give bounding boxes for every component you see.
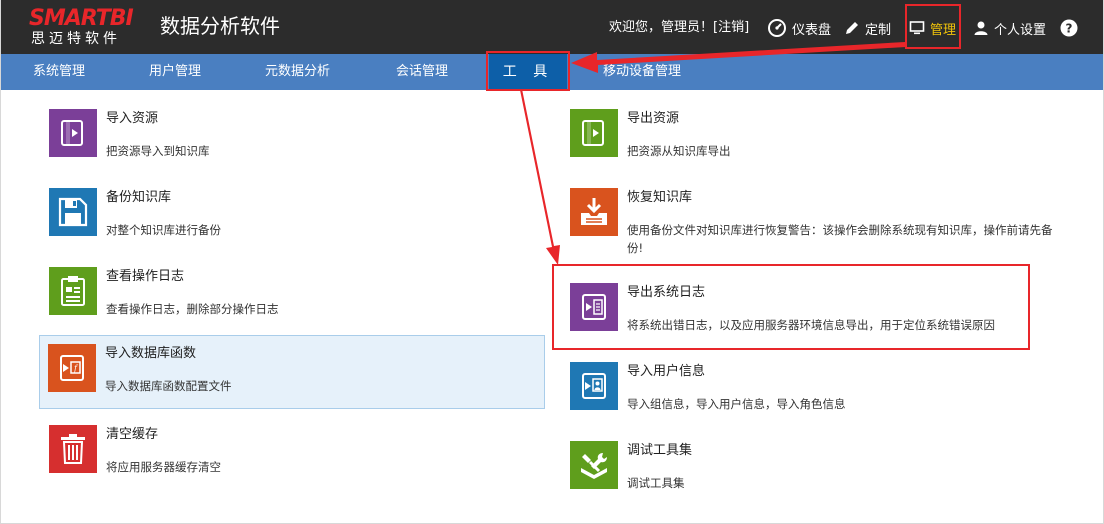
- help-button[interactable]: ?: [1060, 15, 1083, 41]
- tool-description: 把资源从知识库导出: [627, 144, 731, 158]
- tool-import-resource[interactable]: 导入资源 把资源导入到知识库: [40, 100, 546, 174]
- annotation-highlight-tools: [486, 51, 570, 91]
- restore-icon: [570, 188, 618, 236]
- tool-description: 调试工具集: [627, 476, 685, 490]
- logo-subtitle: 思迈特软件: [31, 31, 121, 47]
- user-icon: [974, 21, 988, 35]
- svg-text:f: f: [73, 364, 79, 373]
- tool-clear-cache[interactable]: 清空缓存 将应用服务器缓存清空: [40, 416, 546, 490]
- tool-debug-toolset[interactable]: 调试工具集 调试工具集: [561, 432, 1067, 506]
- trash-icon: [49, 425, 97, 473]
- help-glyph: ?: [1066, 22, 1073, 36]
- pencil-icon: [846, 22, 858, 34]
- dashboard-button[interactable]: 仪表盘: [767, 15, 831, 41]
- export-book-icon: [570, 109, 618, 157]
- gauge-icon: [768, 19, 786, 37]
- import-function-icon: f: [48, 344, 96, 392]
- tool-export-resource[interactable]: 导出资源 把资源从知识库导出: [561, 100, 1067, 174]
- tool-title: 导入数据库函数: [105, 346, 197, 361]
- personal-settings-button[interactable]: 个人设置: [973, 15, 1046, 41]
- tool-import-user-info[interactable]: 导入用户信息 导入组信息，导入用户信息，导入角色信息: [561, 353, 1067, 427]
- tool-title: 导入用户信息: [627, 364, 706, 379]
- logo: SMARTBI 思迈特软件: [29, 6, 151, 48]
- personal-settings-label: 个人设置: [994, 22, 1047, 38]
- clipboard-log-icon: [49, 267, 97, 315]
- welcome-suffix: ]: [744, 20, 750, 35]
- tool-description: 使用备份文件对知识库进行恢复警告：该操作会删除系统现有知识库，操作前请先备份!: [627, 223, 1053, 255]
- tool-description: 查看操作日志，删除部分操作日志: [106, 302, 279, 316]
- tool-import-db-functions[interactable]: f 导入数据库函数 导入数据库函数配置文件: [39, 335, 545, 409]
- tool-title: 清空缓存: [106, 427, 159, 442]
- tool-backup-repository[interactable]: 备份知识库 对整个知识库进行备份: [40, 179, 546, 253]
- import-user-icon: [570, 362, 618, 410]
- customize-button[interactable]: 定制: [844, 15, 891, 41]
- annotation-highlight-system-log: [552, 264, 1030, 350]
- nav-user-management[interactable]: 用户管理: [149, 54, 201, 90]
- logout-link[interactable]: 注销: [718, 20, 744, 35]
- tool-view-operation-log[interactable]: 查看操作日志 查看操作日志，删除部分操作日志: [40, 258, 546, 332]
- nav-session-management[interactable]: 会话管理: [396, 54, 448, 90]
- tool-description: 导入数据库函数配置文件: [105, 379, 232, 393]
- tool-description: 把资源导入到知识库: [106, 144, 210, 158]
- tool-description: 将应用服务器缓存清空: [106, 460, 221, 474]
- nav-mobile-device-management[interactable]: 移动设备管理: [603, 54, 681, 90]
- app-window: SMARTBI 思迈特软件 数据分析软件 欢迎您，管理员！[注销] 仪表盘 定制: [0, 0, 1104, 524]
- tool-title: 备份知识库: [106, 190, 172, 205]
- nav-metadata-analysis[interactable]: 元数据分析: [265, 54, 330, 90]
- dashboard-label: 仪表盘: [792, 22, 832, 38]
- tool-title: 导入资源: [106, 111, 159, 126]
- customize-label: 定制: [865, 22, 892, 38]
- import-book-icon: [49, 109, 97, 157]
- tool-title: 查看操作日志: [106, 269, 185, 284]
- welcome-prefix: 欢迎您，管理员！[: [609, 20, 719, 35]
- floppy-disk-icon: [49, 188, 97, 236]
- tool-description: 对整个知识库进行备份: [106, 223, 221, 237]
- tool-restore-repository[interactable]: 恢复知识库 使用备份文件对知识库进行恢复警告：该操作会删除系统现有知识库，操作前…: [561, 179, 1067, 255]
- debug-tools-icon: [570, 441, 618, 489]
- welcome-text: 欢迎您，管理员！[注销]: [609, 19, 749, 37]
- tool-title: 导出资源: [627, 111, 680, 126]
- tool-title: 恢复知识库: [627, 190, 693, 205]
- help-icon: ?: [1060, 19, 1078, 37]
- annotation-highlight-admin: [905, 4, 961, 49]
- tool-title: 调试工具集: [627, 443, 693, 458]
- app-title: 数据分析软件: [160, 14, 280, 38]
- tool-description: 导入组信息，导入用户信息，导入角色信息: [627, 397, 846, 411]
- logo-text: SMARTBI: [29, 6, 134, 31]
- nav-system-management[interactable]: 系统管理: [33, 54, 85, 90]
